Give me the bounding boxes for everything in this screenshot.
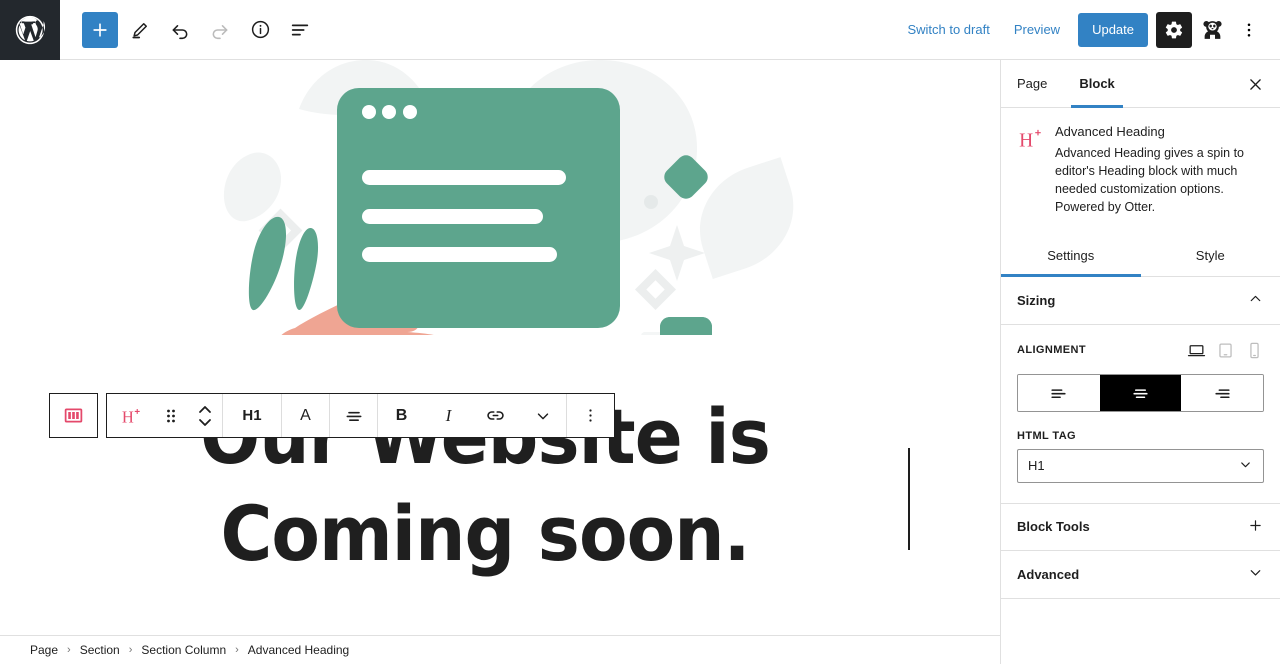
advanced-heading-icon[interactable]: H: [107, 394, 154, 437]
html-tag-label: HTML TAG: [1017, 429, 1077, 442]
panel-label-advanced: Advanced: [1017, 566, 1080, 582]
chevron-down-icon: [1238, 457, 1253, 475]
panda-avatar-icon[interactable]: [1192, 12, 1232, 48]
editor-top-bar: Switch to draft Preview Update: [0, 0, 1280, 60]
subtab-settings[interactable]: Settings: [1001, 235, 1141, 277]
block-tools-group: H H1 A B I: [106, 393, 615, 438]
chevron-down-icon[interactable]: [519, 394, 566, 437]
link-icon[interactable]: [472, 394, 519, 437]
italic-button[interactable]: I: [425, 394, 472, 437]
breadcrumb-item-page[interactable]: Page: [27, 641, 61, 659]
kebab-menu-icon[interactable]: [1232, 12, 1266, 48]
breadcrumb-item-advanced-heading[interactable]: Advanced Heading: [245, 641, 352, 659]
breadcrumb-separator: ›: [128, 644, 133, 656]
sidebar-subtab-bar: Settings Style: [1001, 235, 1280, 277]
alignment-label: ALIGNMENT: [1017, 344, 1086, 356]
alignment-button-group: [1017, 373, 1264, 412]
sidebar-tab-bar: Page Block: [1001, 60, 1280, 108]
tablet-icon[interactable]: [1216, 341, 1235, 360]
advanced-heading-icon: H: [1017, 124, 1045, 217]
alignment-row: ALIGNMENT: [1017, 341, 1264, 360]
breadcrumb-separator: ›: [67, 644, 71, 656]
breadcrumb-item-section[interactable]: Section: [77, 641, 123, 659]
panel-header-block-tools[interactable]: Block Tools: [1001, 502, 1280, 551]
align-right-icon[interactable]: [1181, 374, 1263, 411]
wordpress-logo-icon[interactable]: [0, 0, 60, 60]
undo-button[interactable]: [162, 12, 198, 48]
panel-label-block-tools: Block Tools: [1017, 519, 1090, 534]
heading-level-button[interactable]: H1: [223, 394, 281, 437]
switch-to-draft-button[interactable]: Switch to draft: [895, 14, 1001, 45]
align-left-icon[interactable]: [1018, 374, 1100, 411]
gear-icon[interactable]: [1156, 11, 1192, 48]
coming-soon-illustration: [0, 60, 1000, 335]
details-info-button[interactable]: [242, 12, 278, 48]
text-color-button[interactable]: A: [282, 394, 329, 437]
edit-mode-button[interactable]: [122, 12, 158, 48]
desktop-icon[interactable]: [1187, 341, 1206, 360]
block-switcher-group: [49, 393, 98, 438]
panel-label-sizing: Sizing: [1017, 292, 1056, 308]
block-options-kebab-icon[interactable]: [567, 394, 614, 437]
top-bar-right-tools: Switch to draft Preview Update: [895, 11, 1280, 48]
mobile-icon[interactable]: [1245, 341, 1264, 360]
top-bar-left-tools: [60, 11, 318, 48]
sizing-panel-body: ALIGNMENT HTML TAG H1: [1001, 325, 1280, 503]
block-info-card: H Advanced Heading Advanced Heading give…: [1001, 108, 1280, 235]
block-info-body: Advanced Heading Advanced Heading gives …: [1055, 124, 1264, 217]
align-center-icon[interactable]: [330, 394, 377, 437]
text-caret: [908, 448, 910, 550]
svg-text:H: H: [1019, 131, 1033, 152]
html-tag-select[interactable]: H1: [1017, 448, 1264, 483]
move-up-down-icon[interactable]: [188, 394, 222, 437]
bold-button[interactable]: B: [378, 394, 425, 437]
preview-button[interactable]: Preview: [1002, 14, 1072, 45]
html-tag-value: H1: [1028, 458, 1045, 473]
breadcrumb-separator: ›: [235, 644, 239, 656]
plus-icon: [1247, 517, 1264, 537]
breadcrumb: Page › Section › Section Column › Advanc…: [0, 635, 1000, 664]
panel-header-advanced[interactable]: Advanced: [1001, 551, 1280, 599]
add-block-button[interactable]: [82, 11, 118, 48]
redo-button[interactable]: [202, 12, 238, 48]
breadcrumb-item-section-column[interactable]: Section Column: [138, 641, 229, 659]
block-title: Advanced Heading: [1055, 124, 1165, 139]
svg-text:H: H: [121, 407, 133, 426]
chevron-down-icon: [1247, 564, 1264, 584]
close-icon[interactable]: [1240, 69, 1270, 99]
tab-page[interactable]: Page: [1001, 60, 1063, 107]
align-center-icon[interactable]: [1099, 374, 1182, 411]
columns-icon[interactable]: [50, 394, 97, 437]
editor-canvas[interactable]: Our Website is Coming soon. H: [0, 60, 1000, 635]
subtab-style[interactable]: Style: [1141, 235, 1280, 276]
tab-block[interactable]: Block: [1063, 60, 1130, 108]
block-toolbar: H H1 A B I: [49, 393, 615, 438]
wordpress-block-editor: Switch to draft Preview Update is Coming…: [0, 0, 1280, 664]
chevron-up-icon: [1247, 290, 1264, 310]
update-button[interactable]: Update: [1078, 12, 1148, 47]
settings-sidebar: Page Block H Advanced Heading Advanced H…: [1000, 60, 1280, 664]
drag-handle-icon[interactable]: [154, 394, 188, 437]
block-description: Advanced Heading gives a spin to editor'…: [1055, 146, 1245, 215]
panel-header-sizing[interactable]: Sizing: [1001, 277, 1280, 325]
device-toggle-group: [1187, 341, 1264, 360]
list-view-button[interactable]: [282, 12, 318, 48]
